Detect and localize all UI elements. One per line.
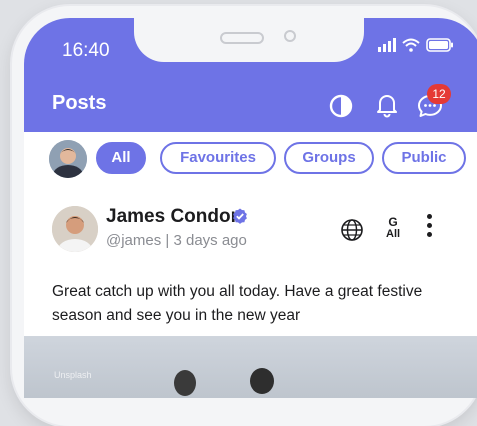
bell-icon[interactable] (375, 92, 399, 118)
contrast-icon[interactable] (329, 94, 353, 118)
signal-icon (378, 38, 396, 52)
header-actions: 12 (329, 84, 459, 122)
image-person-left (174, 370, 196, 396)
front-camera (284, 30, 296, 42)
avatar-photo (49, 140, 87, 178)
image-person-right (250, 368, 274, 394)
speaker-grille (220, 32, 264, 44)
notification-badge: 12 (427, 84, 451, 104)
wifi-icon (402, 38, 420, 52)
post-card: James Condor @james | 3 days ago G All G… (24, 190, 477, 340)
audience-group-label: G (388, 215, 398, 229)
author-avatar[interactable] (52, 206, 98, 252)
page-title: Posts (52, 92, 107, 114)
status-icons (378, 38, 454, 52)
globe-icon[interactable] (340, 218, 364, 242)
more-options-icon[interactable] (426, 214, 434, 241)
post-text: Great catch up with you all today. Have … (52, 283, 423, 324)
audience-selector[interactable]: G All (386, 216, 400, 240)
app-header: 16:40 Posts 12 (24, 18, 477, 132)
phone-notch (134, 18, 364, 62)
filter-bar: All Favourites Groups Public (24, 132, 477, 191)
battery-icon (426, 38, 453, 52)
status-time: 16:40 (62, 40, 110, 61)
author-name[interactable]: James Condor (106, 206, 238, 228)
image-caption: Unsplash (54, 370, 92, 380)
avatar[interactable] (49, 140, 87, 178)
app-screen: 16:40 Posts 12 All Favourites Groups Pub… (24, 18, 477, 398)
author-meta: @james | 3 days ago (106, 232, 247, 249)
chip-public[interactable]: Public (382, 142, 466, 174)
post-image[interactable]: Unsplash (24, 336, 477, 398)
audience-all-label: All (386, 228, 401, 240)
chip-favourites[interactable]: Favourites (160, 142, 276, 174)
chip-groups[interactable]: Groups (284, 142, 374, 174)
author-photo (52, 206, 98, 252)
chip-all[interactable]: All (96, 142, 146, 174)
verified-icon (233, 208, 247, 224)
